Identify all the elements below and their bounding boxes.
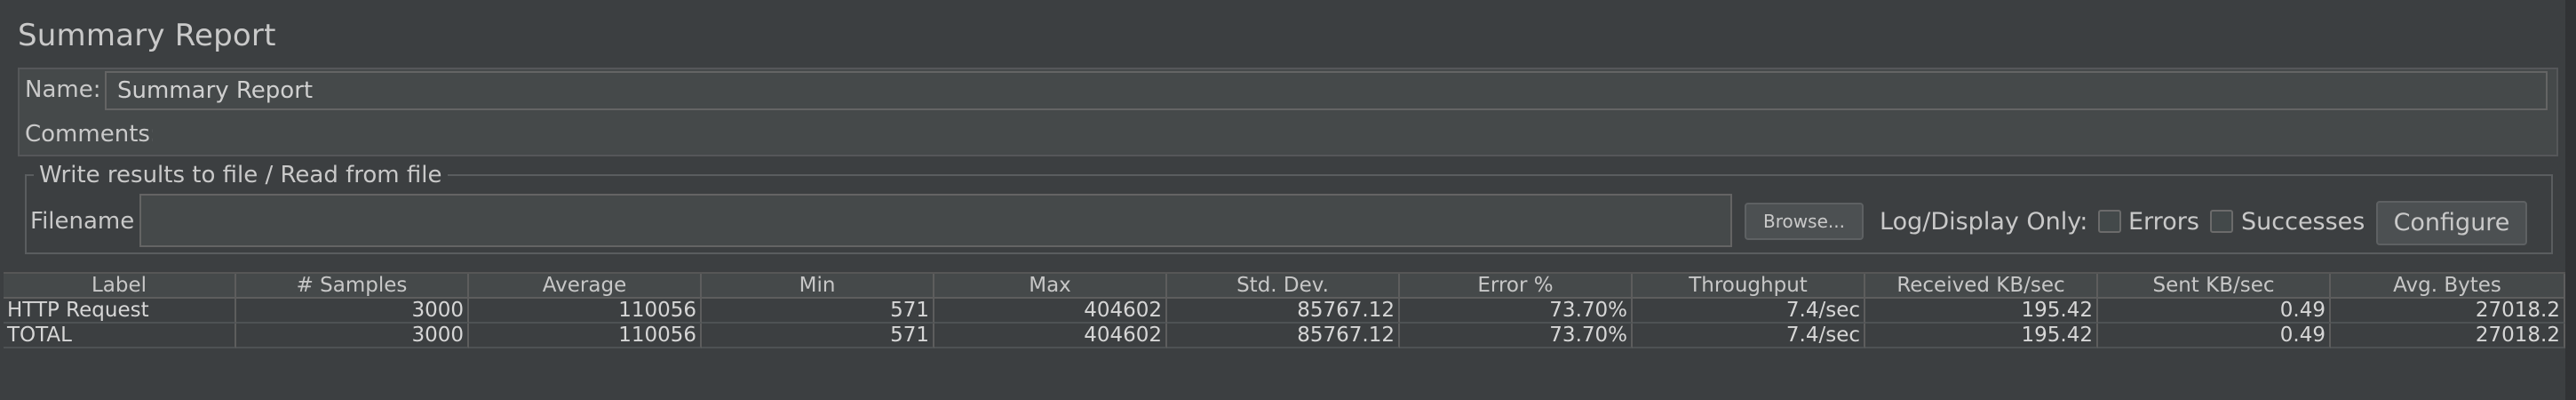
column-header-sent-kb[interactable]: Sent KB/sec (2098, 274, 2331, 299)
name-label: Name: (25, 76, 101, 103)
browse-button[interactable]: Browse... (1745, 203, 1864, 240)
table-cell: 3000 (236, 324, 469, 348)
successes-checkbox[interactable] (2210, 210, 2233, 233)
table-cell: 73.70% (1400, 299, 1633, 324)
table-cell: 404602 (934, 299, 1167, 324)
column-header-received-kb[interactable]: Received KB/sec (1865, 274, 2098, 299)
column-header-throughput[interactable]: Throughput (1633, 274, 1865, 299)
table-cell: 571 (702, 299, 934, 324)
table-cell: 7.4/sec (1633, 299, 1865, 324)
name-input[interactable] (105, 71, 2548, 110)
successes-checkbox-label[interactable]: Successes (2241, 208, 2365, 236)
table-row[interactable]: HTTP Request 3000 110056 571 404602 8576… (4, 299, 2565, 324)
table-cell: 3000 (236, 299, 469, 324)
column-header-error-percent[interactable]: Error % (1400, 274, 1633, 299)
table-cell: 85767.12 (1167, 299, 1400, 324)
log-display-only-label: Log/Display Only: (1880, 208, 2088, 236)
table-cell: 110056 (469, 324, 702, 348)
errors-checkbox-label[interactable]: Errors (2128, 208, 2199, 236)
table-header-row: Label # Samples Average Min Max Std. Dev… (4, 274, 2565, 299)
column-header-samples[interactable]: # Samples (236, 274, 469, 299)
write-results-legend: Write results to file / Read from file (34, 162, 448, 188)
filename-label: Filename (30, 208, 135, 235)
table-cell: 85767.12 (1167, 324, 1400, 348)
configure-button[interactable]: Configure (2376, 201, 2527, 245)
table-cell: 404602 (934, 324, 1167, 348)
column-header-avg-bytes[interactable]: Avg. Bytes (2331, 274, 2565, 299)
table-cell: 571 (702, 324, 934, 348)
table-cell: 110056 (469, 299, 702, 324)
summary-table: Label # Samples Average Min Max Std. Dev… (4, 272, 2565, 348)
column-header-max[interactable]: Max (934, 274, 1167, 299)
table-row[interactable]: TOTAL 3000 110056 571 404602 85767.12 73… (4, 324, 2565, 348)
table-cell: 7.4/sec (1633, 324, 1865, 348)
name-comments-panel: Name: Comments: (18, 68, 2558, 156)
table-cell: 0.49 (2098, 324, 2331, 348)
filename-input[interactable] (139, 194, 1732, 247)
summary-report-panel: Summary Report Name: Comments: Write res… (0, 0, 2576, 400)
table-cell: HTTP Request (4, 299, 236, 324)
table-cell: 27018.2 (2331, 324, 2565, 348)
table-cell: 195.42 (1865, 299, 2098, 324)
column-header-min[interactable]: Min (702, 274, 934, 299)
page-title: Summary Report (18, 18, 276, 53)
column-header-label[interactable]: Label (4, 274, 236, 299)
table-cell: 27018.2 (2331, 299, 2565, 324)
comments-input[interactable] (153, 117, 2548, 153)
vertical-scrollbar-track[interactable] (2565, 0, 2576, 400)
table-cell: 195.42 (1865, 324, 2098, 348)
comments-label: Comments: (25, 121, 158, 148)
column-header-std-dev[interactable]: Std. Dev. (1167, 274, 1400, 299)
column-header-average[interactable]: Average (469, 274, 702, 299)
table-cell: 73.70% (1400, 324, 1633, 348)
table-cell: 0.49 (2098, 299, 2331, 324)
errors-checkbox[interactable] (2098, 210, 2121, 233)
table-cell: TOTAL (4, 324, 236, 348)
